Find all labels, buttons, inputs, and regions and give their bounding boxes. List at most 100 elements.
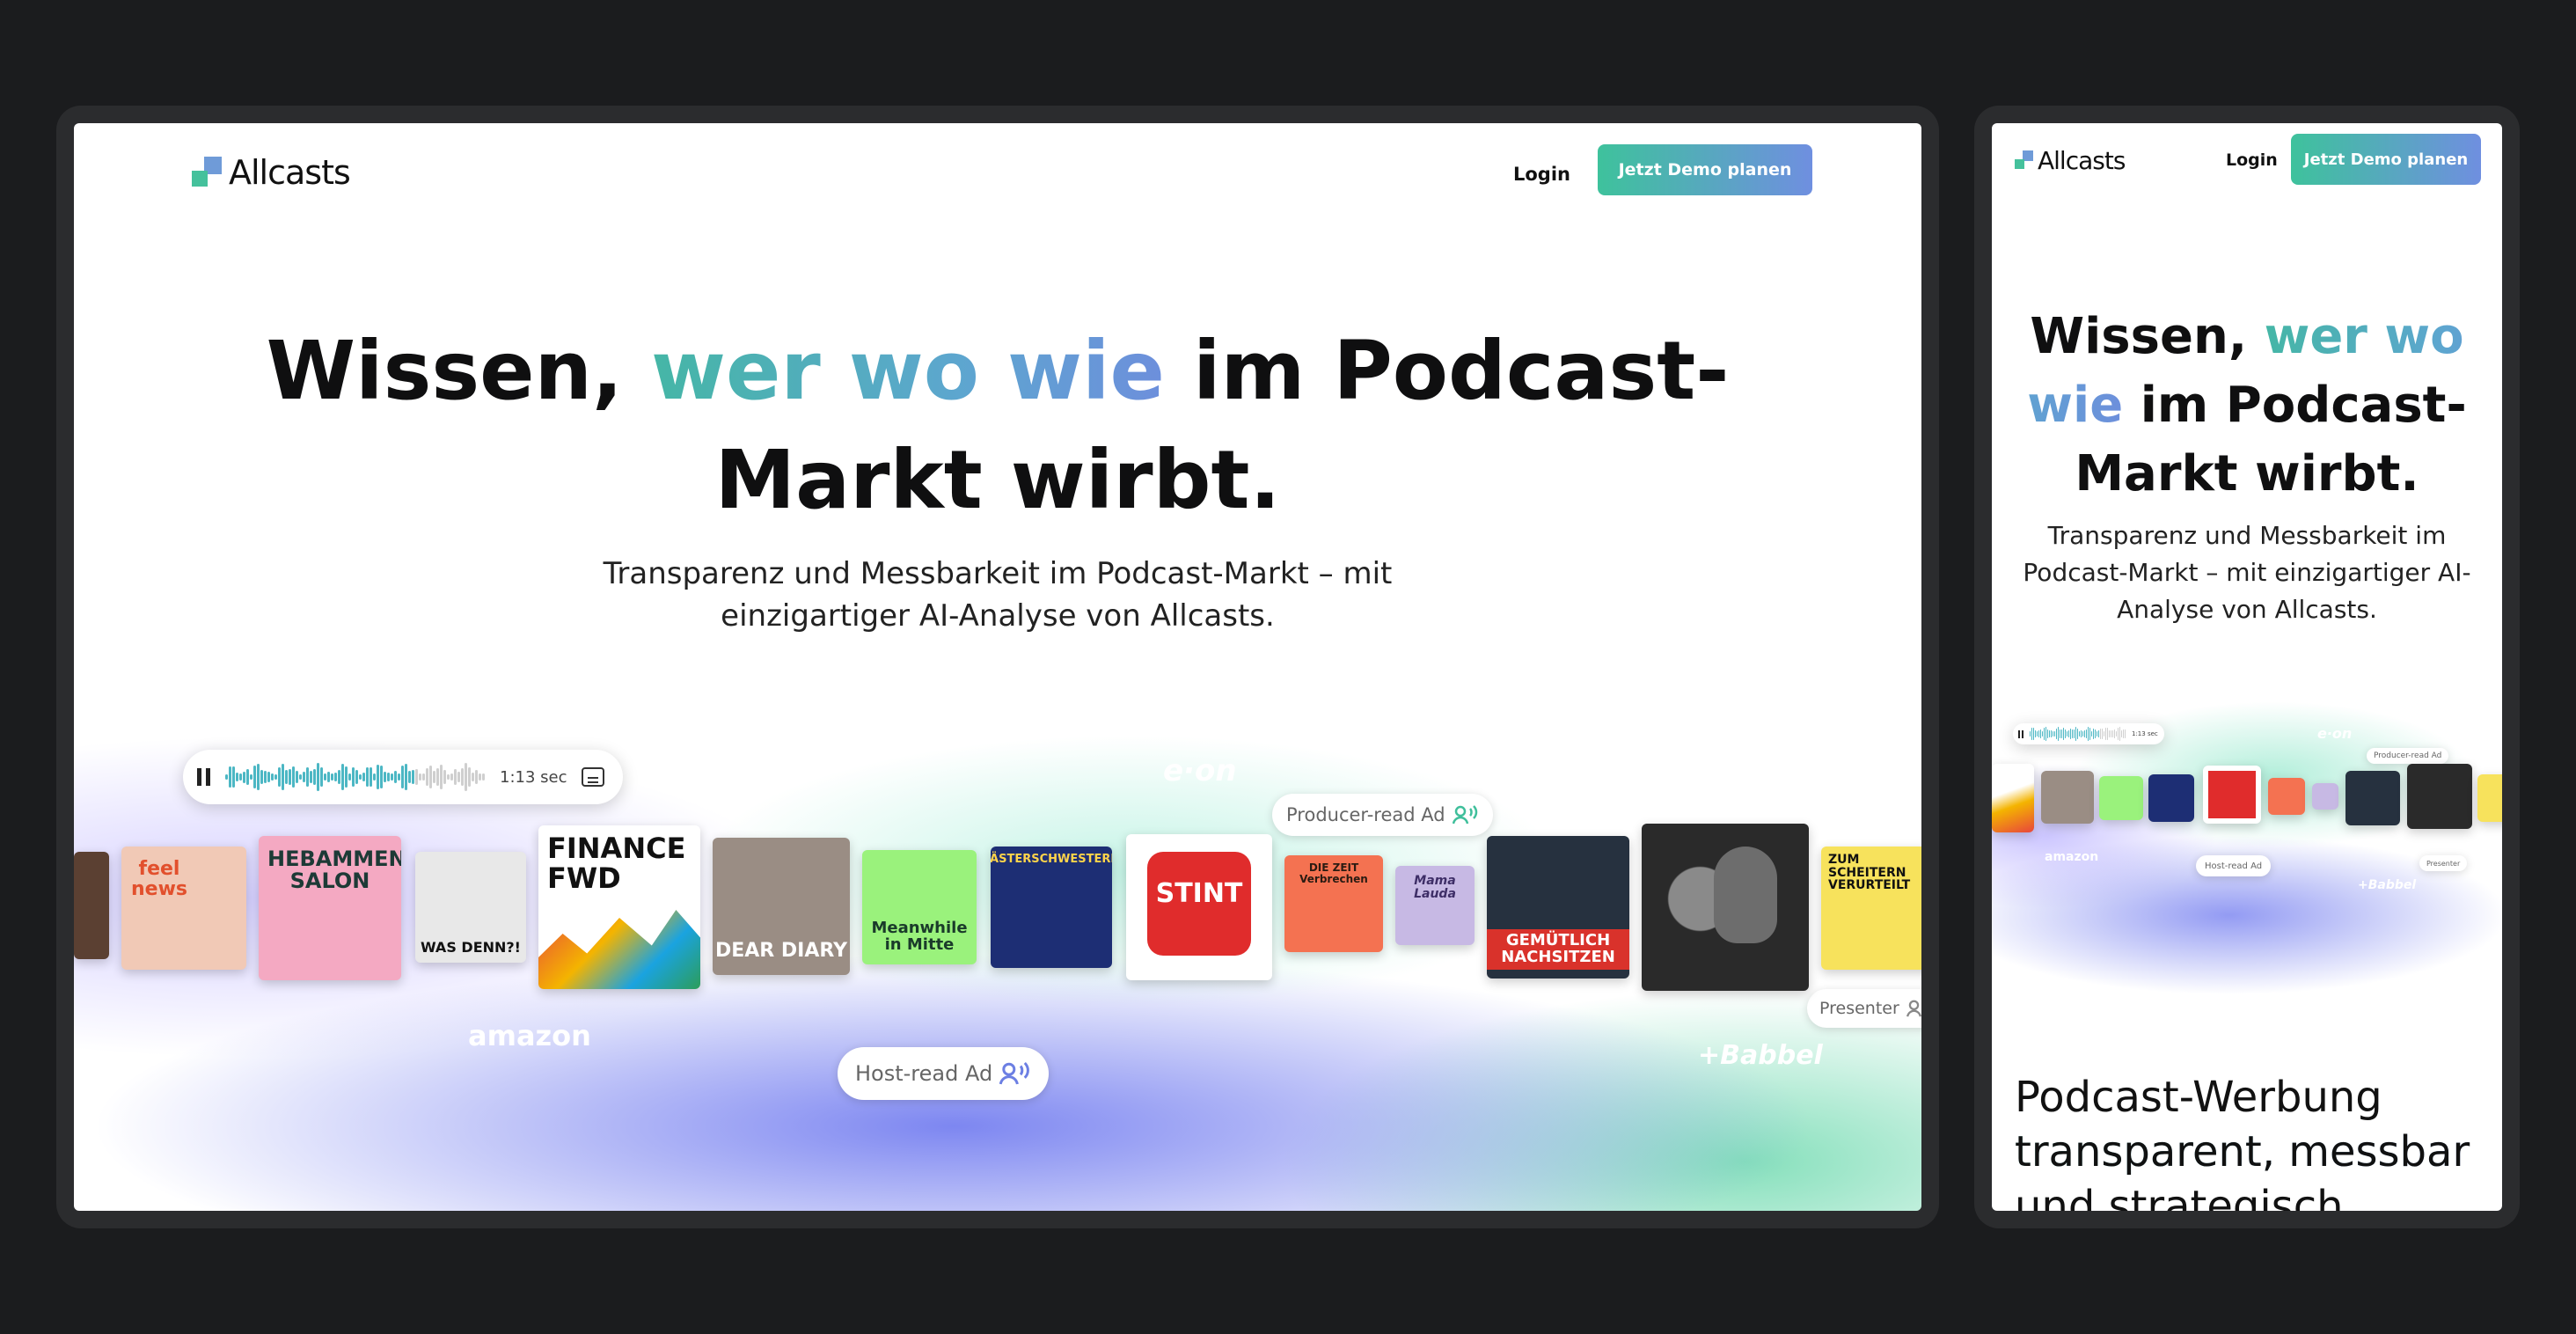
captions-icon[interactable]	[581, 767, 604, 787]
demo-cta-button[interactable]: Jetzt Demo planen	[1598, 144, 1812, 195]
waveform-bar	[310, 770, 312, 784]
waveform-bar	[482, 773, 485, 781]
podcast-cover-gemuetlich-nachsitzen[interactable]: GEMÜTLICH NACHSITZEN	[1487, 836, 1629, 979]
waveform-bar	[440, 765, 443, 789]
waveform-bar	[2072, 729, 2073, 738]
waveform-bar	[257, 763, 260, 791]
waveform-bar	[324, 773, 326, 781]
waveform-bar	[341, 763, 344, 791]
pause-icon[interactable]	[2018, 729, 2024, 738]
waveform-bar	[2116, 730, 2117, 737]
amazon-logo: amazon	[2045, 850, 2099, 864]
podcast-cover-meanwhile-in-mitte[interactable]: Meanwhile in Mitte	[862, 850, 977, 964]
podcast-cover-finance-fwd[interactable]	[1992, 764, 2034, 832]
waveform-bar	[2088, 727, 2089, 741]
eon-logo: e·on	[2317, 725, 2353, 742]
waveform-bar	[355, 769, 358, 785]
allcasts-logo[interactable]: Allcasts	[192, 153, 351, 192]
waveform-bar	[327, 772, 330, 782]
waveform-bar	[2125, 729, 2126, 739]
podcast-cover-meanwhile-in-mitte[interactable]	[2099, 776, 2143, 820]
hero-title-start: Wissen,	[2030, 308, 2248, 365]
waveform-bar	[380, 765, 383, 789]
waveform-bar	[419, 773, 421, 781]
waveform-bar	[236, 772, 238, 782]
login-link[interactable]: Login	[1513, 158, 1570, 190]
player-time: 1:13 sec	[2132, 730, 2158, 737]
section-title-line-1: Podcast-Werbung	[2015, 1073, 2382, 1122]
podcast-cover-dear-diary[interactable]: DEAR DIARY	[713, 838, 850, 975]
podcast-cover-zum-scheitern-verurteilt[interactable]: ZUM SCHEITERN VERURTEILT	[1821, 847, 1921, 970]
waveform-bar	[2107, 728, 2108, 740]
audio-player[interactable]: 1:13 sec	[2013, 723, 2164, 744]
waveform-bar	[2114, 729, 2115, 738]
podcast-cover-gemuetlich-nachsitzen[interactable]	[2345, 771, 2400, 825]
podcast-cover-zum-scheitern-verurteilt[interactable]	[2477, 774, 2502, 822]
waveform-bar	[2068, 729, 2069, 738]
waveform-bar	[334, 772, 337, 782]
waveform-bar	[250, 773, 252, 781]
waveform-bar	[282, 764, 284, 790]
podcast-cover-finance-fwd[interactable]: FINANCE FWD	[538, 825, 700, 989]
speaker-voice-icon	[1906, 1000, 1921, 1017]
audio-waveform[interactable]	[225, 750, 486, 804]
podcast-cover-mama-lauda[interactable]: Mama Lauda	[1395, 866, 1475, 945]
allcasts-logo[interactable]: Allcasts	[2015, 144, 2126, 176]
waveform-bar	[2042, 730, 2043, 737]
podcast-cover-dear-diary[interactable]	[2041, 771, 2094, 824]
waveform-bar	[225, 774, 228, 780]
waveform-bar	[387, 773, 390, 781]
podcast-cover-mama-lauda[interactable]	[2312, 783, 2338, 810]
waveform-bar	[2038, 729, 2039, 738]
waveform-bar	[2033, 728, 2034, 740]
waveform-bar	[398, 773, 400, 781]
waveform-bar	[2079, 730, 2080, 737]
waveform-bar	[2058, 727, 2059, 741]
waveform-bar	[472, 773, 474, 781]
section-title-line-2: transparent, messbar	[2015, 1125, 2470, 1179]
logo-text: Allcasts	[229, 153, 351, 192]
waveform-bar	[401, 765, 404, 789]
producer-read-ad-pill: Producer-read Ad	[1272, 794, 1493, 836]
waveform-bar	[370, 767, 372, 787]
waveform-bar	[253, 765, 256, 789]
waveform-bar	[313, 768, 316, 786]
podcast-cover-portrait-duo[interactable]	[2407, 764, 2472, 829]
waveform-bar	[292, 766, 295, 788]
waveform-bar	[317, 763, 319, 791]
podcast-cover-zeit-verbrechen[interactable]	[2268, 778, 2305, 815]
presenter-pill: Presenter	[2419, 855, 2468, 871]
waveform-bar	[239, 773, 242, 781]
pause-icon[interactable]	[197, 768, 211, 786]
audio-waveform[interactable]	[2030, 723, 2126, 744]
podcast-cover-laesterschwestern[interactable]: LÄSTERSCHWESTERN	[991, 847, 1112, 968]
waveform-bar	[405, 763, 407, 791]
babbel-logo: +Babbel	[2358, 878, 2417, 892]
waveform-bar	[2044, 728, 2045, 740]
waveform-bar	[377, 765, 379, 789]
waveform-bar	[2102, 728, 2103, 740]
podcast-cover-portrait-duo[interactable]	[1642, 824, 1809, 991]
podcast-cover[interactable]	[74, 852, 109, 959]
podcast-cover-stint[interactable]: STINT	[1126, 834, 1272, 980]
waveform-bar	[320, 766, 323, 788]
waveform-bar	[2045, 727, 2046, 741]
podcast-cover-was-denn[interactable]: WAS DENN?!	[415, 852, 526, 963]
podcast-cover-stint[interactable]	[2203, 766, 2261, 824]
podcast-cover-hebammen-salon[interactable]: HEBAMMEN SALON	[259, 836, 401, 980]
waveform-bar	[260, 770, 263, 784]
login-link[interactable]: Login	[2226, 148, 2278, 172]
waveform-bar	[2112, 730, 2113, 737]
podcast-cover-zeit-verbrechen[interactable]: DIE ZEIT Verbrechen	[1284, 855, 1383, 952]
waveform-bar	[278, 767, 281, 787]
waveform-bar	[412, 769, 414, 785]
producer-read-ad-label: Producer-read Ad	[1286, 804, 1445, 825]
waveform-bar	[271, 773, 274, 781]
podcast-cover-laesterschwestern[interactable]	[2148, 774, 2194, 822]
waveform-bar	[366, 767, 369, 787]
waveform-bar	[384, 772, 386, 782]
podcast-cover-feel-news[interactable]: feel news	[121, 847, 246, 970]
waveform-bar	[345, 766, 348, 788]
audio-player[interactable]: 1:13 sec	[183, 750, 623, 804]
demo-cta-button[interactable]: Jetzt Demo planen	[2291, 134, 2481, 185]
